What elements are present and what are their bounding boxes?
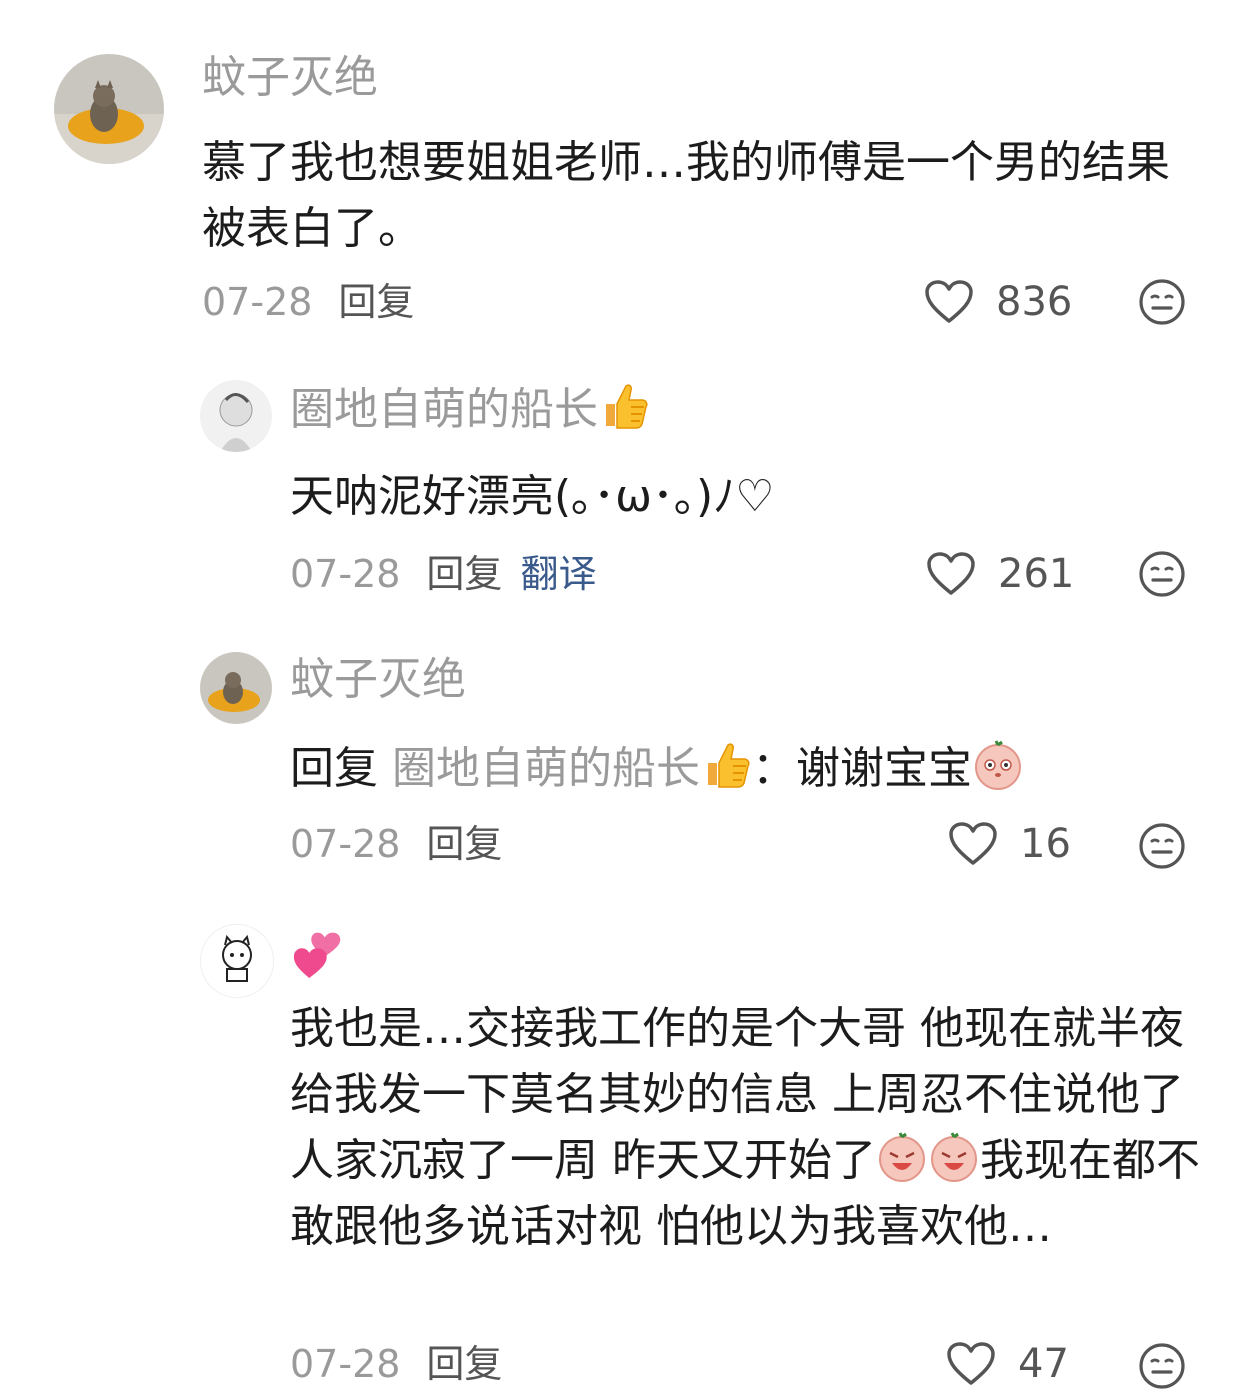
dislike-icon[interactable] [1138, 278, 1186, 326]
reply-button[interactable]: 回复 [426, 552, 502, 596]
translate-button[interactable]: 翻译 [520, 552, 596, 596]
comment-meta: 07-28 回复 [202, 272, 432, 332]
thumbs-up-icon [598, 380, 650, 432]
username[interactable]: 蚊子灭绝 [290, 650, 466, 710]
avatar[interactable] [200, 652, 272, 724]
thumbs-up-icon [700, 739, 752, 791]
comment-meta: 07-28 回复 [290, 1334, 520, 1394]
heart-icon [926, 551, 976, 597]
crying-peach-icon [876, 1131, 928, 1183]
reply-prefix: 回复 [290, 743, 378, 794]
reply-target-user[interactable]: 圈地自萌的船长 [392, 743, 752, 794]
comment-text: 慕了我也想要姐姐老师…我的师傅是一个男的结果被表白了。 [202, 137, 1170, 254]
reply-button[interactable]: 回复 [338, 280, 414, 324]
username[interactable]: 蚊子灭绝 [202, 48, 378, 108]
like-button[interactable]: 16 [948, 814, 1071, 874]
like-count: 47 [1018, 1341, 1069, 1387]
comment-text: 回复 圈地自萌的船长 ：谢谢宝宝 [290, 736, 1190, 802]
username-text: 圈地自萌的船长 [290, 384, 598, 435]
comment-text: 我也是…交接我工作的是个大哥 他现在就半夜给我发一下莫名其妙的信息 上周忍不住说… [290, 996, 1205, 1260]
heart-icon [948, 821, 998, 867]
username[interactable] [290, 924, 348, 990]
dislike-icon[interactable] [1138, 822, 1186, 870]
two-hearts-icon [290, 924, 348, 982]
avatar[interactable] [200, 924, 274, 998]
avatar[interactable] [200, 380, 272, 452]
username[interactable]: 圈地自萌的船长 [290, 380, 650, 440]
comment-text: 天呐泥好漂亮(｡･ω･｡)ﾉ♡ [290, 471, 775, 522]
like-button[interactable]: 47 [946, 1334, 1069, 1394]
like-count: 16 [1020, 821, 1071, 867]
dislike-icon[interactable] [1138, 1342, 1186, 1390]
reply-target-name: 圈地自萌的船长 [392, 743, 700, 794]
like-button[interactable]: 836 [924, 272, 1072, 332]
like-count: 261 [998, 551, 1075, 597]
comment-date: 07-28 [290, 1342, 401, 1386]
comment-meta: 07-28 回复 翻译 [290, 544, 596, 604]
comment-meta: 07-28 回复 [290, 814, 520, 874]
heart-icon [924, 279, 974, 325]
comment-date: 07-28 [290, 552, 401, 596]
dislike-icon[interactable] [1138, 550, 1186, 598]
heart-icon [946, 1341, 996, 1387]
reply-colon: ： [752, 743, 796, 794]
comment-date: 07-28 [290, 822, 401, 866]
peach-emoji-icon [972, 739, 1024, 791]
crying-peach-icon [928, 1131, 980, 1183]
reply-button[interactable]: 回复 [426, 822, 502, 866]
like-button[interactable]: 261 [926, 544, 1074, 604]
avatar[interactable] [54, 54, 164, 164]
reply-button[interactable]: 回复 [426, 1342, 502, 1386]
like-count: 836 [996, 279, 1073, 325]
comment-date: 07-28 [202, 280, 313, 324]
reply-text: 谢谢宝宝 [796, 743, 972, 794]
